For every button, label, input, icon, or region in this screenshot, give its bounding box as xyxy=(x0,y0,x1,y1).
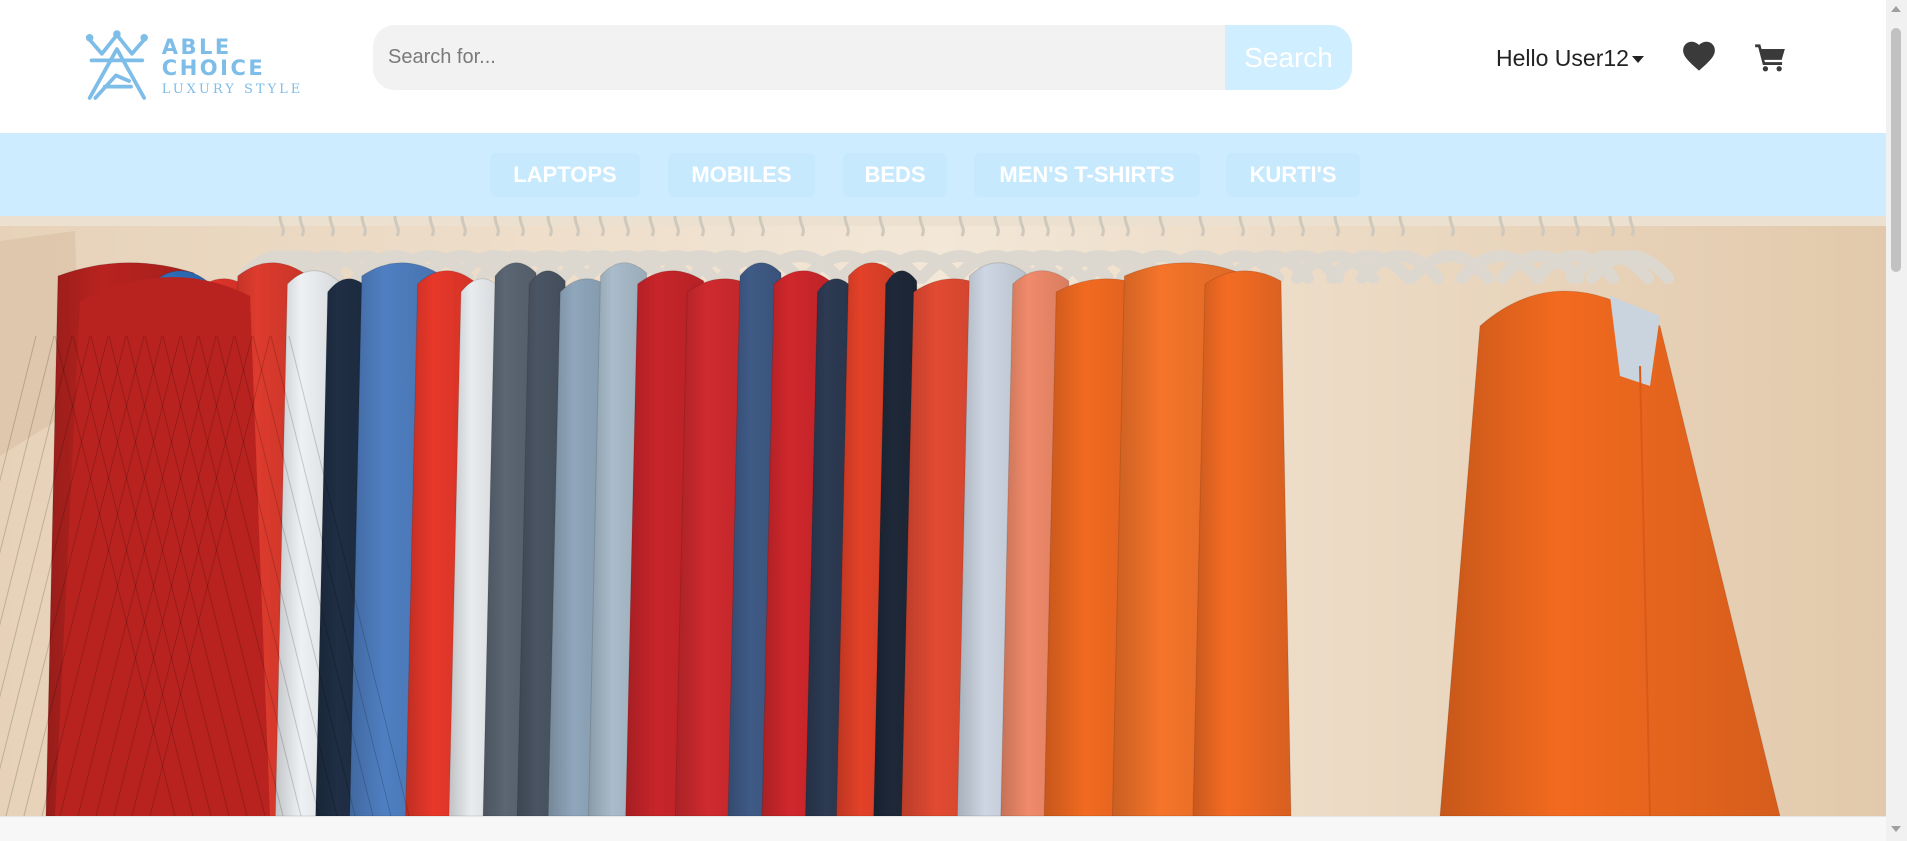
brand-tagline: LUXURY STYLE xyxy=(161,81,304,97)
search-button[interactable]: Search xyxy=(1225,25,1352,90)
scrollbar-thumb[interactable] xyxy=(1891,28,1901,272)
site-header: ABLE CHOICE LUXURY STYLE Search Hello Us… xyxy=(0,0,1886,133)
page-scrollbar[interactable] xyxy=(1886,0,1907,841)
hero-banner[interactable] xyxy=(0,216,1886,816)
nav-item-kurtis[interactable]: KURTI'S xyxy=(1226,153,1360,197)
scroll-up-arrow-icon[interactable] xyxy=(1891,6,1901,12)
brand-logo[interactable]: ABLE CHOICE LUXURY STYLE xyxy=(84,28,334,104)
category-nav: LAPTOPS MOBILES BEDS MEN'S T-SHIRTS KURT… xyxy=(0,133,1886,216)
nav-item-laptops[interactable]: LAPTOPS xyxy=(490,153,640,197)
page-bottom-strip xyxy=(0,816,1886,841)
nav-item-beds[interactable]: BEDS xyxy=(843,153,947,197)
search-input[interactable] xyxy=(373,25,1225,90)
cart-button[interactable] xyxy=(1754,42,1786,72)
nav-item-mobiles[interactable]: MOBILES xyxy=(668,153,815,197)
caret-down-icon xyxy=(1631,55,1644,63)
page: ABLE CHOICE LUXURY STYLE Search Hello Us… xyxy=(0,0,1886,841)
shopping-cart-icon xyxy=(1755,44,1785,72)
wishlist-button[interactable] xyxy=(1682,40,1716,72)
user-menu-dropdown[interactable]: Hello User12 xyxy=(1496,42,1644,74)
scroll-down-arrow-icon[interactable] xyxy=(1891,826,1901,832)
hero-image xyxy=(0,216,1886,816)
nav-item-mens-tshirts[interactable]: MEN'S T-SHIRTS xyxy=(974,153,1200,197)
search-bar: Search xyxy=(373,25,1352,90)
brand-text: ABLE CHOICE LUXURY STYLE xyxy=(161,34,334,97)
brand-name: ABLE CHOICE xyxy=(161,34,266,80)
heart-icon xyxy=(1683,41,1715,71)
crown-logo-icon xyxy=(85,30,148,100)
user-greeting: Hello User12 xyxy=(1496,44,1629,71)
